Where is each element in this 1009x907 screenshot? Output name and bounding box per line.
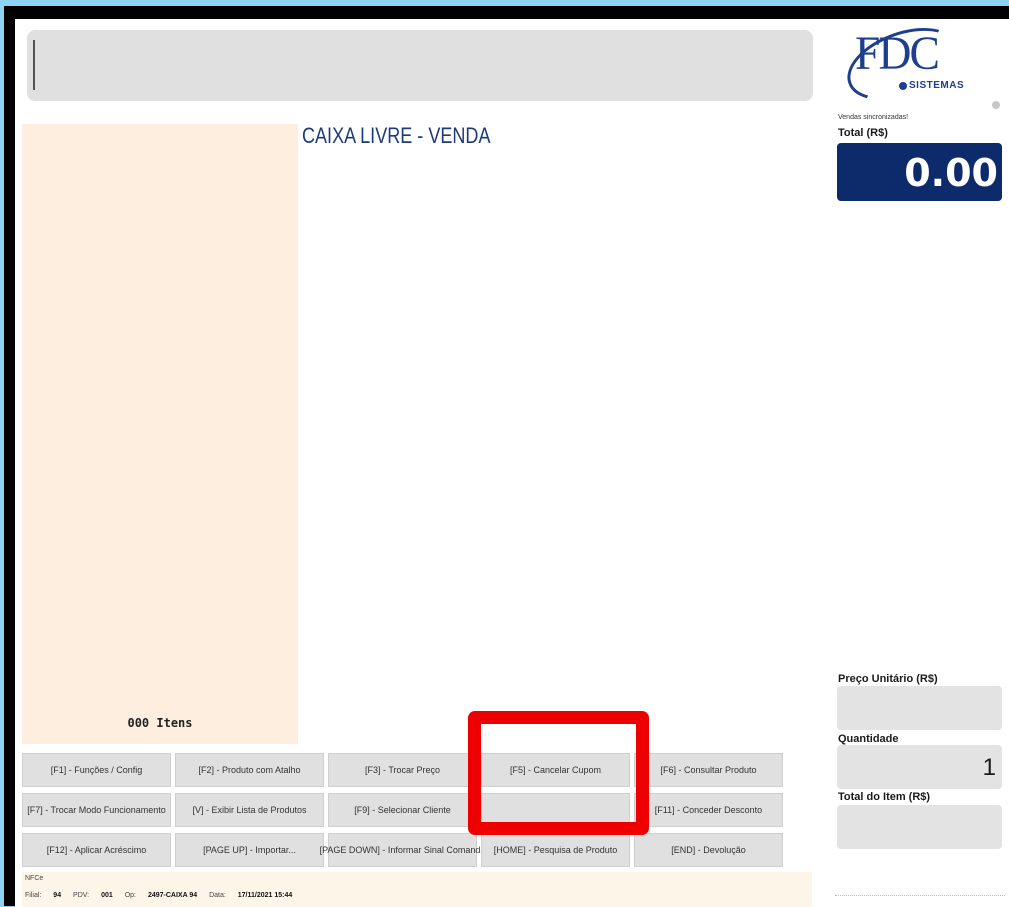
item-total-label: Total do Item (R$) [838, 791, 931, 803]
fkey-end-button[interactable]: [END] - Devolução [634, 833, 783, 867]
fkey-f9-button[interactable]: [F9] - Selecionar Cliente [328, 793, 477, 827]
items-list-panel[interactable]: 000 Itens [22, 124, 298, 744]
fkey-f1-button[interactable]: [F1] - Funções / Config [22, 753, 171, 787]
operator-info: Op: 2497-CAIXA 94 [124, 892, 198, 899]
total-value: 0.00 [904, 151, 998, 195]
total-display: 0.00 [837, 143, 1002, 201]
fkey-f11-button[interactable]: [F11] - Conceder Desconto [634, 793, 783, 827]
unit-price-label: Preço Unitário (R$) [838, 673, 938, 685]
text-cursor [33, 40, 35, 90]
fkey-f3-button[interactable]: [F3] - Trocar Preço [328, 753, 477, 787]
page-title: CAIXA LIVRE - VENDA [302, 123, 491, 148]
pdv-info: PDV: 001 [73, 892, 113, 899]
quantity-field[interactable]: 1 [837, 745, 1002, 789]
pdv-screen: FDC SISTEMAS Vendas sincronizadas! Total… [15, 19, 1009, 907]
fkey-home-button[interactable]: [HOME] - Pesquisa de Produto [481, 833, 630, 867]
fiscal-mode: NFCe [25, 875, 44, 882]
fkey-f7-button[interactable]: [F7] - Trocar Modo Funcionamento [22, 793, 171, 827]
fdc-logo: FDC SISTEMAS [837, 19, 1009, 114]
sync-status: Vendas sincronizadas! [838, 114, 909, 121]
quantity-label: Quantidade [838, 733, 899, 745]
fkey-pageup-button[interactable]: [PAGE UP] - Importar... [175, 833, 324, 867]
logo-dot-icon [899, 82, 907, 90]
unit-price-field [837, 686, 1002, 730]
highlight-annotation [468, 711, 649, 835]
bottom-divider [835, 895, 1005, 902]
status-footer: NFCe Filial: 94 PDV: 001 Op: 2497-CAIXA … [22, 872, 812, 907]
quantity-value: 1 [982, 754, 996, 781]
sync-indicator-icon [992, 101, 1000, 109]
item-total-field [837, 805, 1002, 849]
fkey-f12-button[interactable]: [F12] - Aplicar Acréscimo [22, 833, 171, 867]
date-info: Data: 17/11/2021 15:44 [209, 892, 293, 899]
total-label: Total (R$) [838, 127, 888, 139]
filial-info: Filial: 94 [25, 892, 62, 899]
fkey-v-button[interactable]: [V] - Exibir Lista de Produtos [175, 793, 324, 827]
footer-info: Filial: 94 PDV: 001 Op: 2497-CAIXA 94 Da… [25, 892, 302, 899]
fkey-f6-button[interactable]: [F6] - Consultar Produto [634, 753, 783, 787]
items-count: 000 Itens [127, 716, 193, 730]
logo-main-text: FDC [855, 27, 940, 80]
fkey-pagedown-button[interactable]: [PAGE DOWN] - Informar Sinal Comanda [320, 833, 485, 867]
fkey-f2-button[interactable]: [F2] - Produto com Atalho [175, 753, 324, 787]
screenshot-frame: FDC SISTEMAS Vendas sincronizadas! Total… [4, 6, 1009, 907]
logo-sub-text: SISTEMAS [909, 80, 965, 91]
product-search-input[interactable] [27, 30, 813, 101]
